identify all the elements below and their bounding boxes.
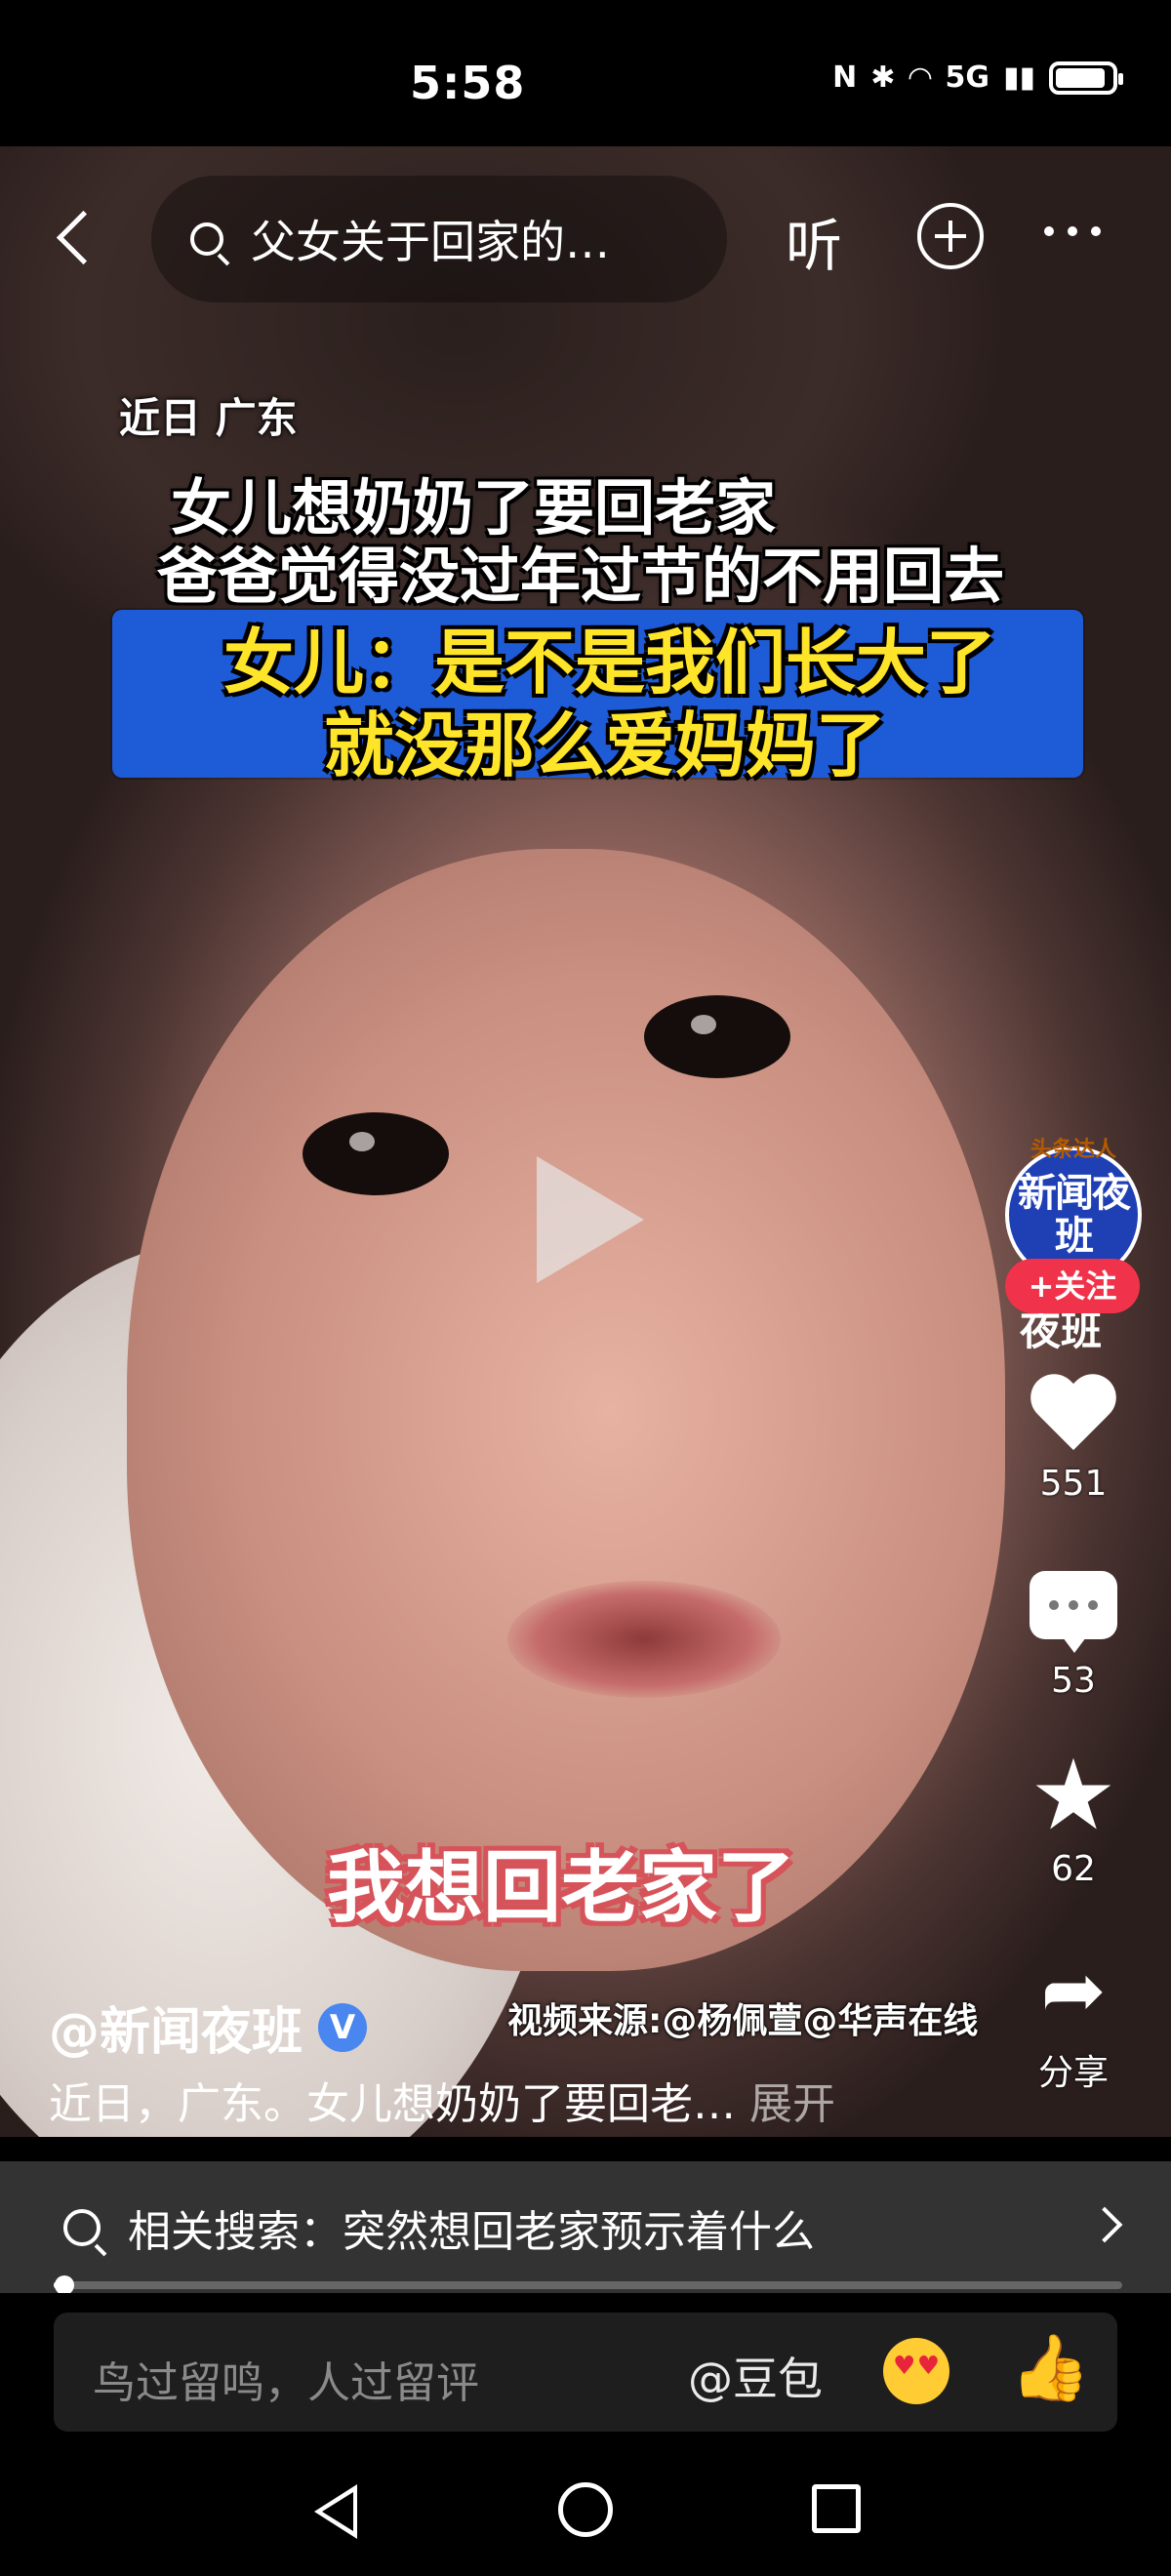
- search-bar[interactable]: 父女关于回家的…: [151, 176, 727, 302]
- mention-button[interactable]: @豆包: [688, 2344, 823, 2408]
- comment-button[interactable]: 53: [1015, 1571, 1132, 1701]
- progress-knob[interactable]: [54, 2275, 74, 2295]
- status-icons: N ✱ ◠ 5G ▮▮: [832, 60, 1123, 95]
- heart-icon: [1029, 1376, 1118, 1454]
- signal-icon: ▮▮: [1002, 60, 1035, 95]
- video-frame-eye: [644, 995, 790, 1078]
- share-label: 分享: [1037, 2053, 1109, 2093]
- emoji-icon[interactable]: [883, 2338, 949, 2404]
- video-frame-eye: [303, 1112, 449, 1195]
- related-search-text: 相关搜索：突然想回老家预示着什么: [128, 2206, 815, 2257]
- like-count: 551: [1039, 1464, 1108, 1504]
- comment-placeholder: 鸟过留鸣，人过留评: [93, 2358, 479, 2408]
- highlight-caption-line: 就没那么爱妈妈了: [323, 704, 886, 786]
- expand-link[interactable]: 展开: [749, 2079, 835, 2129]
- nav-back-icon[interactable]: [314, 2484, 357, 2539]
- bluetooth-icon: ✱: [870, 60, 896, 95]
- comment-input[interactable]: 鸟过留鸣，人过留评 @豆包 👍: [54, 2313, 1117, 2432]
- description-text: 近日，广东。女儿想奶奶了要回老…: [49, 2079, 736, 2129]
- progress-bar[interactable]: [54, 2275, 1122, 2295]
- comment-bar: 鸟过留鸣，人过留评 @豆包 👍: [0, 2293, 1171, 2449]
- chevron-right-icon: [1086, 2206, 1123, 2243]
- search-icon: [63, 2208, 101, 2246]
- related-search[interactable]: 相关搜索：突然想回老家预示着什么: [0, 2161, 1171, 2293]
- video-description[interactable]: 近日，广东。女儿想奶奶了要回老… 展开: [49, 2069, 835, 2131]
- back-icon[interactable]: [51, 205, 100, 273]
- like-button[interactable]: 551: [1015, 1376, 1132, 1504]
- favorite-button[interactable]: ★ 62: [1015, 1738, 1132, 1890]
- video-source: 视频来源:@杨佩萱@华声在线: [507, 2001, 979, 2041]
- system-nav-bar: [0, 2449, 1171, 2576]
- avatar-text: 新闻夜班: [1018, 1171, 1131, 1259]
- signal-label: 5G: [945, 60, 989, 95]
- video-frame-face: [127, 849, 1005, 1971]
- video-subtitle: 我想回老家了: [327, 1842, 795, 1933]
- video-caption-location: 近日 广东: [119, 394, 298, 442]
- follow-button[interactable]: +关注: [1005, 1259, 1140, 1313]
- thumb-icon[interactable]: 👍: [1010, 2330, 1090, 2406]
- author-link[interactable]: @新闻夜班 V: [49, 1991, 368, 2064]
- listen-button[interactable]: 听: [786, 200, 842, 282]
- share-button[interactable]: ➦ 分享: [1015, 1947, 1132, 2095]
- add-icon[interactable]: [917, 203, 984, 269]
- battery-icon: [1049, 60, 1123, 95]
- comment-count: 53: [1051, 1661, 1096, 1701]
- avatar-badge: 头条达人: [1030, 1138, 1116, 1162]
- comment-icon: [1030, 1571, 1117, 1653]
- nav-recent-icon[interactable]: [812, 2484, 861, 2533]
- video-frame-mouth: [507, 1581, 781, 1698]
- author-name: @新闻夜班: [49, 2003, 303, 2062]
- search-icon: [190, 222, 223, 256]
- status-time: 5:58: [410, 57, 526, 109]
- verified-icon: V: [318, 2002, 368, 2052]
- star-icon: ★: [1030, 1738, 1117, 1852]
- status-bar: 5:58 N ✱ ◠ 5G ▮▮: [0, 0, 1171, 146]
- wifi-icon: ◠: [909, 60, 932, 95]
- favorite-count: 62: [1051, 1849, 1096, 1889]
- search-query: 父女关于回家的…: [251, 216, 610, 268]
- video-caption-line: 爸爸觉得没过年过节的不用回去: [156, 541, 1004, 612]
- share-icon: ➦: [1040, 1945, 1107, 2035]
- nfc-icon: N: [832, 60, 858, 95]
- nav-home-icon[interactable]: [558, 2482, 613, 2537]
- play-icon[interactable]: [537, 1156, 644, 1283]
- more-icon[interactable]: [1044, 226, 1101, 236]
